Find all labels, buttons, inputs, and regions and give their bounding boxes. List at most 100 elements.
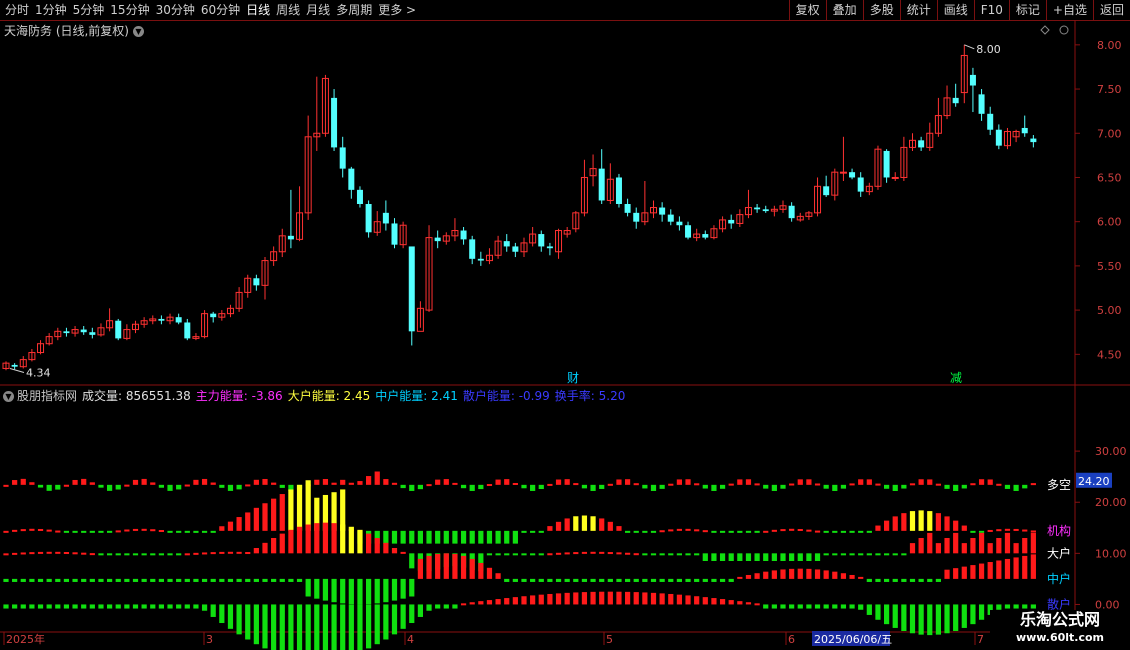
ind-bar-r4-41 [357,604,363,650]
high-pointer [964,44,975,50]
candle-body-76 [659,207,666,215]
ind-bar-r3-102 [884,578,890,582]
ind-bar-r0-4 [37,484,44,488]
ind-bar-r2-23 [201,552,208,555]
candle-body-21 [184,322,191,339]
ind-bar-r2-95 [823,553,829,556]
ind-bar-r2-98 [849,553,855,556]
ind-bar-r4-18 [158,604,164,609]
ind-bar-r0-90 [780,484,786,489]
ind-bar-r3-110 [953,568,959,579]
ind-bar-r4-52 [452,604,458,609]
ind-bar-r2-61 [530,553,536,556]
candle-body-45 [391,223,398,245]
date-label-2: 4 [407,633,414,646]
ind-bar-r4-102 [884,604,890,625]
ind-bar-r4-105 [909,604,916,634]
ind-bar-r2-104 [901,553,907,556]
ind-bar-r2-87 [754,553,760,561]
ind-bar-r4-2 [20,604,26,609]
ind-bar-r3-103 [892,578,898,582]
ind-bar-r4-46 [400,604,406,629]
date-label-5: 7 [977,633,984,646]
indicator-name[interactable]: 股朋指标网 [17,389,77,403]
ind-bar-r1-44 [383,530,389,544]
candle-body-54 [469,239,476,259]
candle-body-10 [89,332,96,335]
ind-bar-r4-53 [460,603,467,606]
ind-bar-r0-51 [443,479,449,485]
title-dropdown-icon[interactable]: ▼ [133,26,144,37]
ind-bar-r1-26 [227,521,234,531]
ind-bar-r3-71 [616,578,622,582]
ind-bar-r0-74 [642,484,648,489]
ind-bar-r1-81 [702,530,708,533]
ind-bar-r4-56 [486,600,493,605]
ind-bar-r4-4 [37,604,44,609]
ind-bar-r4-57 [495,599,501,605]
ind-bar-r1-16 [141,528,147,531]
ind-bar-r4-38 [331,604,337,650]
ind-bar-r3-113 [978,563,985,579]
ind-bar-r4-119 [1030,604,1036,609]
candle-body-18 [158,318,165,321]
ind-bar-r2-110 [953,532,959,554]
ind-bar-r4-32 [279,604,285,650]
ind-bar-r1-58 [504,530,510,544]
ind-bar-r1-49 [426,530,432,544]
ind-bar-r0-14 [124,484,130,487]
ind-bar-r4-9 [81,604,87,609]
candle-body-47 [408,246,415,332]
candle-body-91 [788,205,795,219]
ind-bar-r4-54 [469,602,475,605]
ind-bar-r2-12 [107,553,113,556]
ind-bar-r0-59 [512,482,518,485]
ind-bar-r4-99 [858,604,864,610]
ind-bar-r4-86 [745,602,752,605]
ind-bar-r4-36 [314,604,320,650]
ind-bar-r4-94 [814,604,821,609]
ind-bar-r1-107 [927,511,933,531]
ind-bar-r4-40 [348,604,354,650]
ind-bar-r2-25 [219,551,225,554]
ind-bar-r2-77 [668,553,674,556]
ind-bar-r2-88 [763,553,769,561]
ind-bar-r4-21 [184,604,190,609]
ind-bar-r0-109 [944,484,950,489]
candle-body-72 [624,204,631,213]
indicator-dropdown-icon[interactable]: ▼ [3,391,14,402]
ind-bar-r2-68 [590,551,596,554]
ind-bar-r1-100 [866,530,872,533]
ind-bar-r1-68 [590,516,596,531]
ind-bar-r0-22 [193,479,199,485]
ind-bar-r3-66 [573,578,579,582]
ind-bar-r0-60 [521,484,527,489]
ind-bar-r1-56 [486,530,493,544]
ind-bar-r1-83 [719,530,726,533]
ind-bar-r1-91 [789,528,795,531]
candle-body-78 [676,221,683,226]
kline-chart: 8.00 7.50 7.00 6.50 6.00 5.50 5.00 4.50 30.00 20.… [0,20,1130,650]
ind-bar-r4-26 [227,604,234,629]
ind-bar-r2-76 [659,553,665,556]
ind-bar-r3-56 [486,567,493,579]
ind-bar-r3-29 [253,578,259,582]
ind-bar-r4-96 [832,604,838,609]
ind-bar-r2-83 [719,553,726,561]
ind-bar-r4-89 [771,604,777,609]
indicator-value-0: 成交量: 856551.38 [82,389,191,403]
ind-bar-r0-115 [996,483,1002,486]
ind-bar-r3-37 [322,578,329,601]
ind-bar-r1-60 [521,530,527,533]
candle-body-118 [1021,127,1028,134]
ind-bar-r2-38 [331,523,337,554]
ind-bar-r4-65 [564,592,570,605]
ind-bar-r4-49 [426,604,432,611]
ind-bar-r2-79 [685,553,691,556]
ind-bar-r4-93 [806,604,812,609]
ind-bar-r2-103 [892,553,898,556]
ind-bar-r2-20 [176,553,182,556]
ind-bar-r2-113 [978,532,985,554]
ind-row-label-1: 机构 [1047,523,1071,538]
ind-bar-r0-77 [668,483,674,486]
